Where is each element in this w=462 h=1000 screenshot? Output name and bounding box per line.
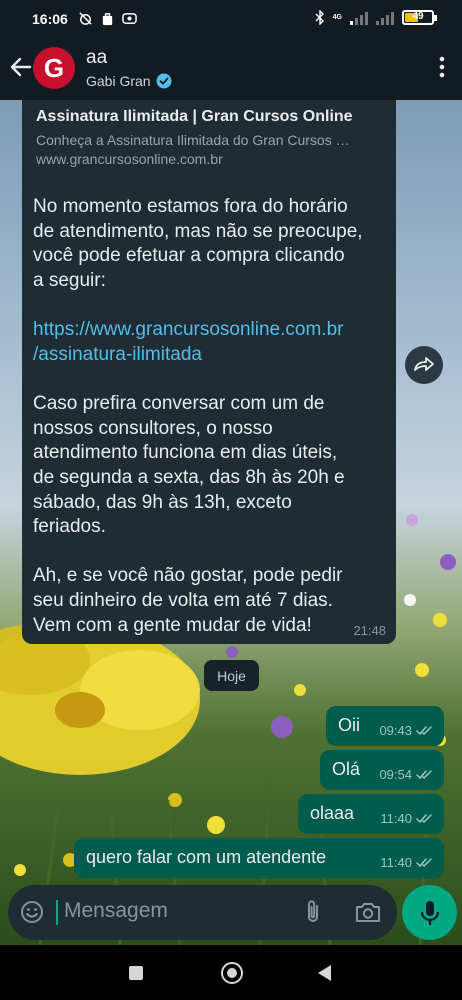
message-text: Oii xyxy=(338,715,360,735)
nav-back-icon[interactable] xyxy=(318,965,331,981)
message-text: quero falar com um atendente xyxy=(86,847,327,867)
battery-icon: 49 xyxy=(402,10,437,25)
chat-title[interactable]: aa xyxy=(86,47,107,69)
mic-icon xyxy=(420,900,439,925)
status-bar: 16:06 4G 49 xyxy=(0,0,462,40)
message-time: 09:43 xyxy=(379,723,412,738)
message-line: de segunda a sexta, das 8h às 20h e xyxy=(33,467,345,488)
avatar[interactable]: G xyxy=(33,47,75,89)
home-icon[interactable] xyxy=(221,962,243,984)
status-system-icons: 4G 49 xyxy=(315,10,437,25)
double-check-icon xyxy=(416,770,432,779)
message-composer[interactable]: Mensagem xyxy=(8,885,397,940)
alarm-off-icon xyxy=(79,12,92,25)
message-line: feriados. xyxy=(33,516,106,537)
forward-icon xyxy=(414,357,434,371)
back-arrow-icon[interactable] xyxy=(8,54,34,80)
avatar-letter: G xyxy=(43,52,65,83)
text-caret xyxy=(56,900,58,925)
double-check-icon xyxy=(416,726,432,735)
battery-level: 49 xyxy=(412,11,424,22)
message-line: sábado, das 9h às 13h, exceto xyxy=(33,492,292,513)
mic-button[interactable] xyxy=(402,885,457,940)
message-line: nossos consultores, o nosso xyxy=(33,418,273,439)
system-navigation-bar xyxy=(0,945,462,1000)
message-line: seu dinheiro de volta em até 7 dias. xyxy=(33,590,333,611)
camera-icon[interactable] xyxy=(355,900,381,924)
signal-icon xyxy=(350,11,368,25)
chat-header: G aa Gabi Gran xyxy=(0,40,462,100)
double-check-icon xyxy=(416,814,432,823)
message-time: 09:54 xyxy=(379,767,412,782)
date-separator-label: Hoje xyxy=(217,667,246,684)
outgoing-message-bubble[interactable]: Oii 09:43 xyxy=(326,706,444,746)
message-line: atendimento funciona em dias úteis, xyxy=(33,442,338,463)
bag-icon xyxy=(102,13,113,26)
signal-2-icon xyxy=(376,11,394,25)
link-preview-description: Conheça a Assinatura Ilimitada do Gran C… xyxy=(36,132,350,148)
emoji-icon[interactable] xyxy=(20,900,44,924)
chat-subtitle[interactable]: Gabi Gran xyxy=(86,73,172,89)
status-time: 16:06 xyxy=(32,11,68,27)
message-link[interactable]: /assinatura-ilimitada xyxy=(33,343,202,368)
message-line: Vem com a gente mudar de vida! xyxy=(33,615,312,636)
status-notification-icons xyxy=(78,11,137,26)
outgoing-message-bubble[interactable]: olaaa 11:40 xyxy=(298,794,444,834)
message-line: você pode efetuar a compra clicando xyxy=(33,245,345,266)
recents-icon[interactable] xyxy=(129,966,143,980)
attach-icon[interactable] xyxy=(302,899,324,925)
message-line: Ah, e se você não gostar, pode pedir xyxy=(33,565,343,586)
network-type-label: 4G xyxy=(332,14,342,21)
message-line: No momento estamos fora do horário xyxy=(33,196,348,217)
message-meta: 11:40 xyxy=(380,855,434,870)
bluetooth-icon xyxy=(315,10,324,25)
link-preview-title[interactable]: Assinatura Ilimitada | Gran Cursos Onlin… xyxy=(36,108,353,126)
verified-icon xyxy=(156,73,172,89)
incoming-message-bubble[interactable]: Assinatura Ilimitada | Gran Cursos Onlin… xyxy=(22,100,396,644)
message-meta: 09:43 xyxy=(379,723,434,738)
screen-record-icon xyxy=(122,13,137,24)
message-line: Caso prefira conversar com um de xyxy=(33,393,325,414)
message-time: 21:48 xyxy=(353,623,386,638)
message-time: 11:40 xyxy=(380,811,412,826)
double-check-icon xyxy=(416,858,432,867)
message-meta: 09:54 xyxy=(379,767,434,782)
forward-button[interactable] xyxy=(405,346,443,384)
message-input[interactable]: Mensagem xyxy=(64,899,168,923)
date-separator: Hoje xyxy=(204,660,259,691)
subtitle-text: Gabi Gran xyxy=(86,73,151,89)
message-line: a seguir: xyxy=(33,270,106,291)
more-options-icon[interactable] xyxy=(438,55,446,79)
link-preview-url: www.grancursosonline.com.br xyxy=(36,151,223,167)
message-link[interactable]: https://www.grancursosonline.com.br xyxy=(33,318,343,343)
outgoing-message-bubble[interactable]: quero falar com um atendente 11:40 xyxy=(74,838,444,878)
message-time: 11:40 xyxy=(380,855,412,870)
message-meta: 11:40 xyxy=(380,811,434,826)
message-text: Olá xyxy=(332,759,361,779)
message-text: olaaa xyxy=(310,803,355,823)
message-line: de atendimento, mas não se preocupe, xyxy=(33,221,363,242)
outgoing-message-bubble[interactable]: Olá 09:54 xyxy=(320,750,444,790)
